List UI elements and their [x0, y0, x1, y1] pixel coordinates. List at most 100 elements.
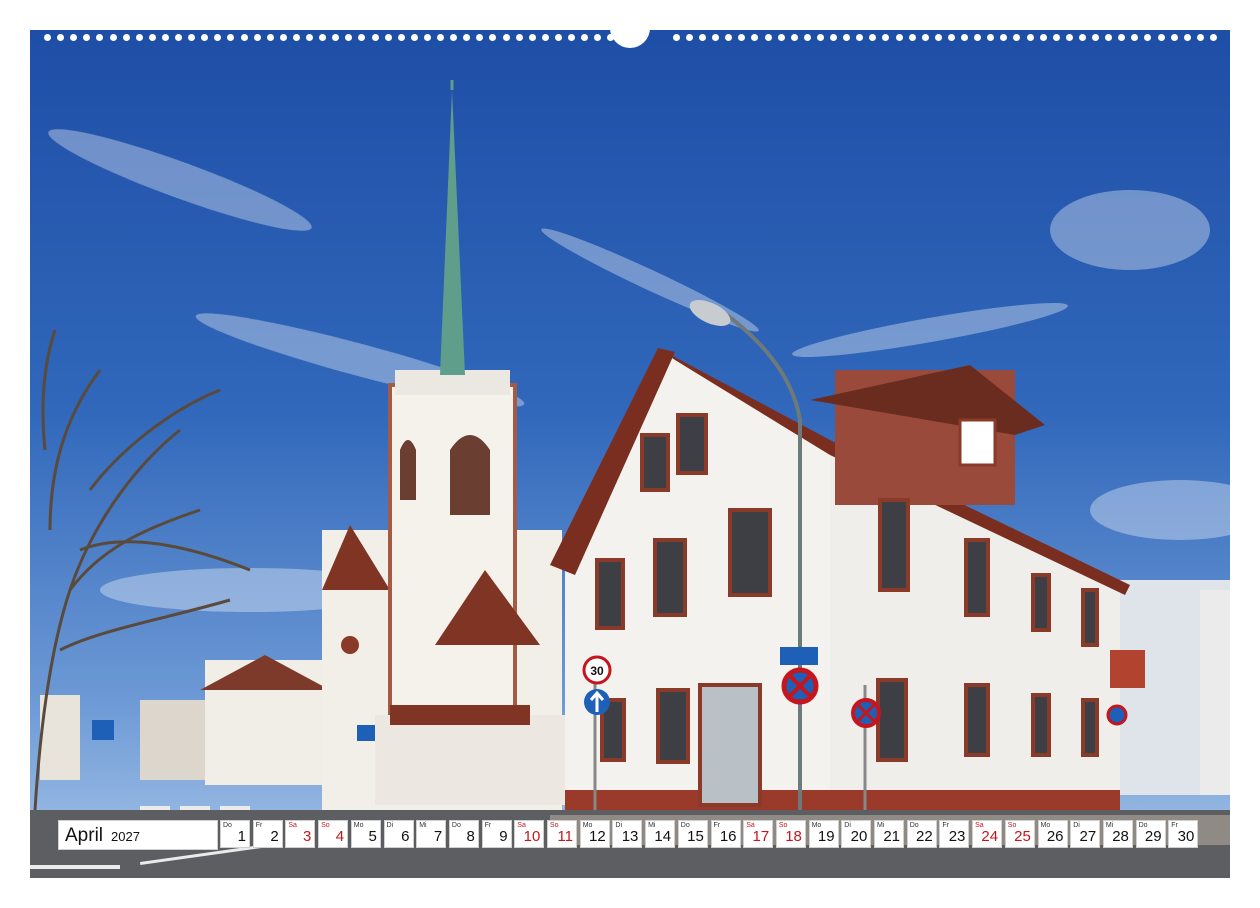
calendar-day: Mi 14 — [645, 820, 676, 848]
binding-hole — [895, 34, 903, 41]
calendar-day: Mo 5 — [350, 820, 381, 848]
binding-hole — [1065, 34, 1073, 41]
calendar-day: Do 15 — [677, 820, 708, 848]
calendar-day: Do 8 — [448, 820, 479, 848]
binding-hole — [148, 34, 156, 41]
calendar-day: Mi 21 — [874, 820, 904, 848]
weekday-label: Do — [451, 822, 461, 829]
weekday-label: Fr — [255, 822, 263, 829]
binding-hole — [1144, 34, 1152, 41]
binding-hole — [1039, 34, 1047, 41]
calendar-day: Do 22 — [906, 820, 937, 848]
binding-hole — [332, 34, 340, 41]
binding-hole — [1026, 34, 1034, 41]
binding-hole — [699, 34, 706, 41]
calendar-day: Sa 24 — [972, 820, 1003, 848]
calendar-day: Do 1 — [220, 820, 250, 848]
day-number: 12 — [589, 828, 606, 845]
binding-hole — [777, 34, 785, 41]
binding-hole — [1000, 34, 1008, 41]
binding-hole — [240, 34, 248, 41]
binding-hole — [1118, 34, 1126, 41]
calendar-day: Sa 17 — [743, 820, 774, 848]
binding-hole — [712, 34, 720, 41]
binding-hole — [554, 34, 562, 41]
binding-hole — [790, 34, 798, 41]
weekday-label: Fr — [484, 822, 492, 829]
binding-hole — [279, 34, 287, 41]
binding-hole — [345, 34, 353, 41]
binding-hole — [437, 34, 444, 41]
binding-hole — [947, 34, 955, 41]
day-number: 9 — [499, 828, 508, 845]
binding-hole — [1078, 34, 1086, 41]
day-number: 29 — [1144, 828, 1162, 845]
calendar-day: Do 29 — [1135, 820, 1166, 848]
calendar-day: Di 6 — [383, 820, 414, 848]
day-number: 5 — [368, 828, 377, 845]
binding-hole — [987, 34, 995, 41]
calendar-day: Fr 16 — [710, 820, 741, 848]
binding-hole — [685, 34, 693, 41]
calendar-day: So 4 — [318, 820, 349, 848]
day-number: 13 — [621, 828, 639, 845]
binding-hole — [830, 34, 837, 41]
binding-hole — [934, 34, 942, 41]
binding-hole — [489, 34, 497, 41]
day-number: 21 — [883, 828, 900, 845]
binding-hole — [423, 34, 431, 41]
day-number: 27 — [1079, 828, 1097, 845]
binding-hole — [541, 34, 549, 41]
calendar-day: Fr 9 — [481, 820, 512, 848]
day-number: 3 — [303, 828, 312, 845]
binding-hole — [961, 34, 968, 41]
calendar-day: Sa 3 — [285, 820, 316, 848]
binding-hole — [594, 34, 602, 41]
calendar-day: So 25 — [1004, 820, 1035, 848]
binding-hole — [384, 34, 392, 41]
binding-hole — [1052, 34, 1060, 41]
binding-hole — [135, 34, 143, 41]
binding-hole — [371, 34, 379, 41]
binding-hole — [751, 34, 759, 41]
speed-limit-sign: 30 — [590, 664, 604, 678]
calendar-day: Fr 2 — [252, 820, 283, 848]
calendar-day: Fr 23 — [939, 820, 970, 848]
calendar-day: Mo 12 — [579, 820, 610, 848]
binding-hole — [253, 34, 261, 41]
binding-hole — [725, 34, 733, 41]
calendar-day: Mi 28 — [1102, 820, 1133, 848]
street-scene: 30 — [30, 30, 1230, 878]
binding-hole — [44, 34, 51, 41]
binding-hole — [463, 34, 471, 41]
day-number: 16 — [719, 828, 737, 845]
day-number: 1 — [237, 828, 246, 845]
day-number: 14 — [654, 828, 672, 845]
day-number: 19 — [817, 828, 835, 845]
binding-hole — [1209, 34, 1217, 41]
binding-hole — [738, 34, 746, 41]
binding-hole — [83, 34, 91, 41]
day-number: 25 — [1014, 828, 1031, 845]
binding-hole — [1196, 34, 1204, 41]
binding-hole — [515, 34, 523, 41]
binding-hole — [476, 34, 484, 41]
binding-hole — [161, 34, 169, 41]
binding-hole — [581, 34, 589, 41]
binding-hole — [882, 34, 890, 41]
binding-hole — [502, 34, 510, 41]
binding-hole — [528, 34, 536, 41]
calendar-strip: April 2027 Do 1 Fr 2 Sa 3 So 4 Mo 5 Di 6 Mi 7 Do 8 Fr 9 Sa… — [58, 820, 1204, 850]
binding-hole — [1183, 34, 1191, 41]
binding-hole — [319, 34, 327, 41]
binding-hole — [175, 34, 182, 41]
day-number: 6 — [401, 828, 410, 845]
binding-hole — [397, 34, 405, 41]
binding-hole — [921, 34, 929, 41]
calendar-day: Mo 19 — [808, 820, 839, 848]
weekday-label: So — [321, 822, 330, 829]
binding-hole — [410, 34, 418, 41]
binding-hole — [70, 34, 78, 41]
calendar-day: Sa 10 — [514, 820, 545, 848]
binding-hole — [188, 34, 196, 41]
